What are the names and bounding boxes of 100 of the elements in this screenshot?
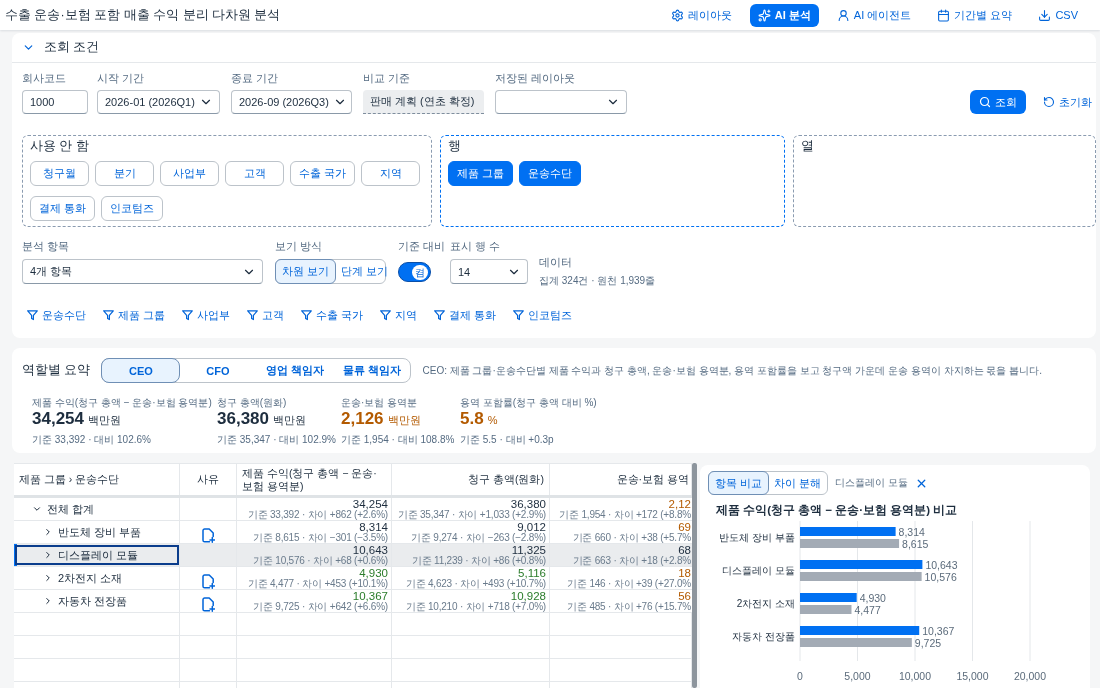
panel-title: 조회 조건 <box>44 39 100 56</box>
toggle-switch[interactable]: 켬 <box>398 262 431 282</box>
cell-value: 18 <box>678 567 691 579</box>
kpi-label: 용역 포함률(청구 총액 대비 %) <box>460 397 598 409</box>
data-label: 8,615 <box>902 537 929 550</box>
select-field[interactable]: 2026-09 (2026Q3) <box>231 90 352 114</box>
kpi-label: 제품 수익(청구 총액 − 운송·보험 용역분) <box>32 397 213 409</box>
analysis-button[interactable]: AI 분석 <box>749 3 819 27</box>
cell-value: 9,012 <box>517 521 546 533</box>
row-label: 디스플레이 모듈 <box>58 547 139 563</box>
filter-button[interactable]: 인코텀즈 <box>513 306 573 324</box>
document-plus-icon[interactable] <box>201 596 215 612</box>
chevron-right-icon[interactable] <box>43 527 53 537</box>
cell-detail: 기준 146 · 차이 +39 (+27.0% <box>567 579 691 589</box>
data-count-text: 집계 324건 · 원천 1,939줄 <box>539 275 656 287</box>
field-label: 보기 방식 <box>275 240 324 253</box>
column-header: 제품 수익(청구 총액 − 운송·보험 용역분) <box>237 464 392 495</box>
column-header: 청구 총액(원화) <box>392 464 550 495</box>
zone-title: 사용 안 함 <box>30 139 90 154</box>
filter-button[interactable]: 운송수단 <box>27 306 86 324</box>
document-plus-icon[interactable] <box>201 573 215 589</box>
field-label: 시작 기간 <box>97 72 146 85</box>
field-chip[interactable]: 운송수단 <box>519 161 582 186</box>
kpi-value: 5.8 <box>460 409 484 428</box>
layout-button[interactable]: 레이아웃 <box>662 3 740 27</box>
field-chip[interactable]: 고객 <box>225 161 284 186</box>
filter-button[interactable]: 결제 통화 <box>434 306 497 324</box>
zone-title: 열 <box>801 139 815 154</box>
filter-button[interactable]: 고객 <box>247 306 285 324</box>
chevron-right-icon[interactable] <box>43 550 53 560</box>
select-field[interactable]: 14 <box>450 259 528 284</box>
chart-tab[interactable]: 차이 분해 <box>767 471 829 495</box>
segment-button[interactable]: 단계 보기 <box>334 259 396 284</box>
table-row[interactable]: 2차전지 소재 4,930 기준 4,477 · 차이 +453 (+10.1%) 5,116 기준 4,623 · 차이 +493 (+10.7%) 18 기준 146 · 차이 +39 (+27.0% <box>14 567 692 590</box>
table-row[interactable]: 자동차 전장품 10,367 기준 9,725 · 차이 +642 (+6.6%) 10,928 기준 10,210 · 차이 +718 (+7.0%) 56 기준 485 · 차이 +76 (+15.7% <box>14 590 692 613</box>
field-chip[interactable]: 인코텀즈 <box>101 196 164 221</box>
segment-button[interactable]: 차원 보기 <box>275 259 337 284</box>
filter-button[interactable]: 지역 <box>380 306 418 324</box>
category-label: 디스플레이 모듈 <box>722 565 795 576</box>
kpi-detail: 기준 35,347 · 대비 102.9% <box>217 434 337 446</box>
filter-button[interactable]: 수출 국가 <box>301 306 364 324</box>
summary-button[interactable]: 기간별 요약 <box>929 3 1021 27</box>
field-chip[interactable]: 청구월 <box>30 161 89 186</box>
cell-detail: 기준 660 · 차이 +38 (+5.7% <box>572 533 691 543</box>
document-plus-icon[interactable] <box>201 527 215 543</box>
export-button[interactable]: CSV <box>1030 3 1086 27</box>
readonly-field: 판매 계획 (연초 확정) <box>363 90 484 114</box>
chevron-right-icon[interactable] <box>43 596 53 606</box>
cell-detail: 기준 9,725 · 차이 +642 (+6.6%) <box>253 602 388 612</box>
data-label: 9,725 <box>914 636 942 649</box>
chevron-down-icon[interactable] <box>32 504 42 514</box>
filter-button[interactable]: 사업부 <box>182 306 231 324</box>
field-label: 비교 기준 <box>363 72 412 85</box>
role-description: CEO: 제품 그룹·운송수단별 제품 수익과 청구 총액, 운송·보험 용역분, 용역 포함률을 보고 청구액 가운데 운송 용역이 차지하는 몫을 봅니다. <box>422 363 1042 378</box>
filter-button[interactable]: 제품 그룹 <box>103 306 166 324</box>
role-tab[interactable]: 영업 책임자 <box>255 358 335 383</box>
filter-icon <box>103 309 114 321</box>
reset-button[interactable]: 초기화 <box>1043 90 1092 114</box>
cell-value: 4,930 <box>359 567 388 579</box>
select-field[interactable] <box>495 90 627 114</box>
field-label: 저장된 레이아웃 <box>495 72 577 85</box>
table-row[interactable]: 반도체 장비 부품 8,314 기준 8,615 · 차이 −301 (−3.5%) 9,012 기준 9,274 · 차이 −263 (−2.8%) 69 기준 660 · 차이 +38 (+5.7% <box>14 521 692 544</box>
field-chip[interactable]: 제품 그룹 <box>448 161 514 186</box>
role-tab[interactable]: CEO <box>101 358 181 383</box>
select-field[interactable]: 2026-01 (2026Q1) <box>97 90 220 114</box>
cell-value: 10,643 <box>352 544 388 556</box>
cell-value: 5,116 <box>518 567 546 579</box>
field-chip[interactable]: 지역 <box>361 161 421 186</box>
axis-tick-label: 10,000 <box>898 670 932 682</box>
chart-tab[interactable]: 항목 비교 <box>708 471 770 495</box>
field-chip[interactable]: 사업부 <box>160 161 219 186</box>
role-tab[interactable]: CFO <box>178 358 258 383</box>
data-label: 8,314 <box>898 525 925 538</box>
role-tab[interactable]: 물류 책임자 <box>332 358 412 383</box>
kpi-unit: 백만원 <box>273 413 306 428</box>
text-field[interactable]: 1000 <box>22 90 88 114</box>
filter-icon <box>27 309 38 321</box>
window-title: 수출 운송·보험 포함 매출 수익 분리 다차원 분석 <box>5 6 281 24</box>
axis-tick-label: 0 <box>797 670 803 682</box>
scrollbar[interactable] <box>692 463 697 688</box>
person-icon <box>836 8 850 22</box>
category-label: 반도체 장비 부품 <box>719 532 795 543</box>
field-chip[interactable]: 수출 국가 <box>290 161 356 186</box>
chevron-right-icon[interactable] <box>43 573 53 583</box>
table-row[interactable]: 디스플레이 모듈 10,643 기준 10,576 · 차이 +68 (+0.6%) 11,325 기준 11,239 · 차이 +86 (+0.8%) 68 기준 663 · 차이 +18 (+2.8% <box>14 544 692 567</box>
search-icon <box>979 96 991 108</box>
kpi-detail: 기준 5.5 · 대비 +0.3p <box>460 434 555 446</box>
table-row[interactable]: 전체 합계 34,254 기준 33,392 · 차이 +862 (+2.6%) 36,380 기준 35,347 · 차이 +1,033 (+2.9%) 2,12 기준 1,954 · 차이 +172 (+8.8% <box>14 498 692 521</box>
sparkle-icon <box>757 8 771 22</box>
field-chip[interactable]: 분기 <box>95 161 154 186</box>
search-button[interactable]: 조회 <box>970 90 1026 114</box>
agent-button[interactable]: AI 에이전트 <box>828 3 920 27</box>
kpi-detail: 기준 1,954 · 대비 108.8% <box>341 434 456 446</box>
cell-value: 34,254 <box>352 498 388 510</box>
cell-detail: 기준 10,576 · 차이 +68 (+0.6%) <box>253 556 388 566</box>
cell-detail: 기준 1,954 · 차이 +172 (+8.8% <box>559 510 691 520</box>
field-chip[interactable]: 결제 통화 <box>30 196 96 221</box>
select-field[interactable]: 4개 항목 <box>22 259 263 284</box>
filter-icon <box>513 309 525 321</box>
kpi-label: 운송·보험 용역분 <box>341 397 419 409</box>
